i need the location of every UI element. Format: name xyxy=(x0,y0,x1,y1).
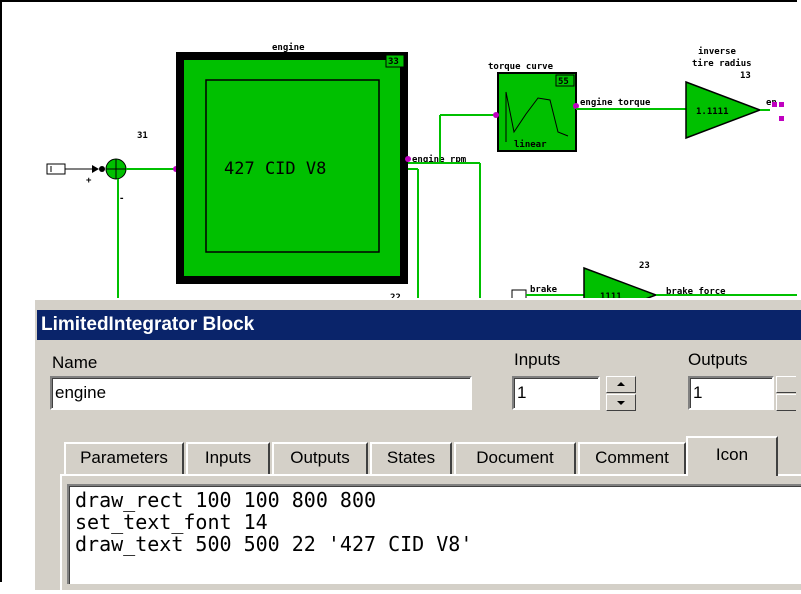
input-source-block[interactable] xyxy=(46,163,66,175)
engine-block[interactable]: 33 427 CID V8 xyxy=(176,52,408,284)
dialog-title[interactable]: LimitedIntegrator Block xyxy=(37,310,801,340)
inputs-decrement-button[interactable] xyxy=(606,394,636,411)
inputs-stepper[interactable] xyxy=(606,376,636,412)
outputs-label: Outputs xyxy=(688,350,748,369)
torque-curve-block[interactable]: 55 linear xyxy=(497,72,577,152)
arrow-up-icon xyxy=(617,382,625,386)
outputs-increment-button[interactable] xyxy=(776,376,796,393)
name-field[interactable]: engine xyxy=(50,376,472,410)
inverse-label-line1: inverse xyxy=(698,46,737,57)
torque-curve-caption: linear xyxy=(514,139,547,150)
inverse-tire-radius-gain[interactable]: 1.1111 xyxy=(685,80,763,140)
tab-document[interactable]: Document xyxy=(454,442,576,474)
inverse-label-line2: tire radius xyxy=(692,58,752,69)
engine-block-text: 427 CID V8 xyxy=(224,159,326,179)
brake-input-label: brake xyxy=(530,285,558,295)
engine-block-label: engine xyxy=(272,42,305,53)
engine-block-id: 33 xyxy=(388,57,399,67)
tab-icon[interactable]: Icon xyxy=(686,436,778,476)
outputs-stepper[interactable] xyxy=(776,376,796,412)
plus-sign: + xyxy=(86,176,92,186)
tab-comment[interactable]: Comment xyxy=(578,442,686,474)
script-line: draw_rect 100 100 800 800 xyxy=(75,488,377,512)
minus-sign: - xyxy=(119,194,124,204)
brake-gain-id: 23 xyxy=(639,261,650,271)
tab-states[interactable]: States xyxy=(370,442,452,474)
arrow-down-icon xyxy=(617,401,625,405)
inputs-field[interactable]: 1 xyxy=(512,376,600,410)
engine-torque-wire-label: engine torque xyxy=(580,97,651,108)
tab-outputs[interactable]: Outputs xyxy=(272,442,368,474)
icon-script-editor[interactable]: draw_rect 100 100 800 800 set_text_font … xyxy=(67,484,801,584)
script-line: set_text_font 14 xyxy=(75,510,268,534)
outputs-decrement-button[interactable] xyxy=(776,394,796,411)
outputs-field[interactable]: 1 xyxy=(688,376,774,410)
tab-inputs[interactable]: Inputs xyxy=(186,442,270,474)
script-line: draw_text 500 500 22 '427 CID V8' xyxy=(75,532,473,556)
name-label: Name xyxy=(52,353,98,372)
tab-parameters[interactable]: Parameters xyxy=(64,442,184,474)
inverse-block-id: 13 xyxy=(740,71,751,81)
inverse-gain-value: 1.1111 xyxy=(696,107,729,117)
torque-curve-label: torque curve xyxy=(488,62,554,72)
inputs-increment-button[interactable] xyxy=(606,376,636,393)
sum-block-id: 31 xyxy=(137,131,148,141)
torque-curve-id: 55 xyxy=(558,77,569,87)
inputs-label: Inputs xyxy=(514,350,561,369)
